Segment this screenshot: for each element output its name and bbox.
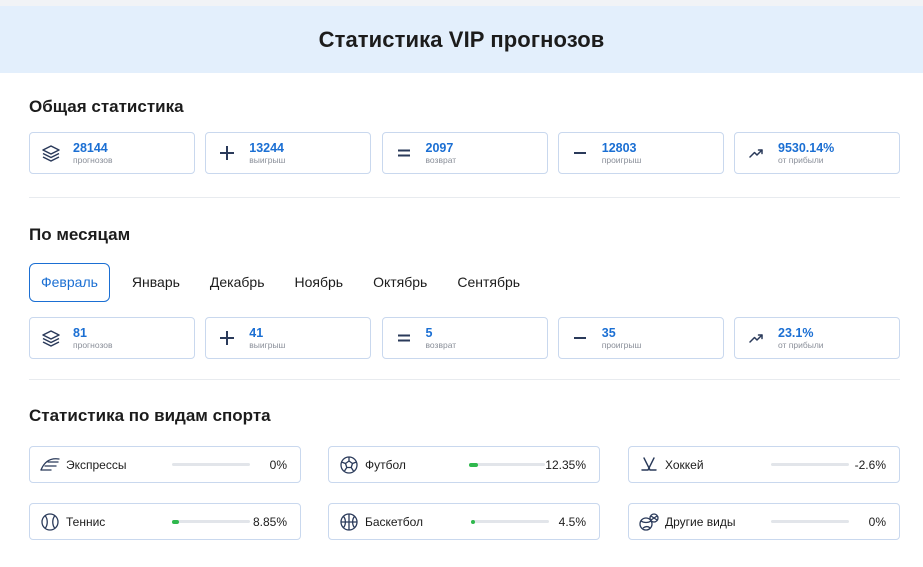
stat-card-returns: 5 возврат bbox=[381, 317, 548, 359]
stat-value: 28144 bbox=[73, 140, 108, 155]
sport-card-basketball: Баскетбол 4.5% bbox=[328, 503, 600, 540]
sport-card-hockey: Хоккей -2.6% bbox=[628, 446, 900, 483]
sport-value: -2.6% bbox=[854, 457, 886, 472]
tab-january[interactable]: Январь bbox=[132, 274, 180, 290]
page-header: Статистика VIP прогнозов bbox=[0, 0, 923, 73]
section-divider bbox=[29, 379, 900, 380]
monthly-stats-row: 81 прогнозов 41 выигрыш 5 возврат 35 проигры… bbox=[29, 317, 900, 359]
plus-icon bbox=[215, 141, 239, 165]
stat-label: проигрыш bbox=[601, 155, 642, 165]
stat-label: от прибыли bbox=[778, 340, 824, 350]
sport-name: Другие виды bbox=[665, 514, 736, 529]
trend-up-icon bbox=[744, 141, 768, 165]
sport-progress-bar bbox=[468, 462, 546, 467]
layers-icon bbox=[39, 326, 63, 350]
sports-stats-title: Статистика по видам спорта bbox=[29, 406, 271, 425]
sport-progress-bar bbox=[771, 520, 849, 523]
sport-name: Футбол bbox=[365, 457, 406, 472]
equals-icon bbox=[392, 326, 416, 350]
stat-label: возврат bbox=[425, 340, 457, 350]
other-sports-icon bbox=[638, 511, 660, 533]
plus-icon bbox=[215, 326, 239, 350]
stat-value: 23.1% bbox=[778, 325, 814, 340]
hockey-icon bbox=[638, 454, 660, 476]
basketball-icon bbox=[338, 511, 360, 533]
stat-value: 41 bbox=[249, 325, 264, 340]
sport-progress-fill bbox=[471, 519, 475, 524]
stat-card-forecasts: 28144 прогнозов bbox=[29, 132, 195, 174]
stat-card-profit: 9530.14% от прибыли bbox=[734, 132, 900, 174]
tennis-icon bbox=[39, 511, 61, 533]
month-tabs: Февраль Январь Декабрь Ноябрь Октябрь Се… bbox=[29, 262, 550, 302]
football-icon bbox=[338, 454, 360, 476]
sport-card-express: Экспрессы 0% bbox=[29, 446, 301, 483]
express-icon bbox=[39, 454, 61, 476]
tab-november[interactable]: Ноябрь bbox=[295, 274, 344, 290]
section-divider bbox=[29, 197, 900, 198]
sport-name: Теннис bbox=[66, 514, 106, 529]
stat-card-wins: 13244 выигрыш bbox=[205, 132, 372, 174]
stat-label: выигрыш bbox=[249, 155, 286, 165]
stat-value: 9530.14% bbox=[778, 140, 835, 155]
stat-value: 35 bbox=[601, 325, 616, 340]
minus-icon bbox=[568, 141, 592, 165]
minus-icon bbox=[568, 326, 592, 350]
sport-progress-bar bbox=[771, 463, 849, 466]
stat-value: 2097 bbox=[425, 140, 454, 155]
stat-card-forecasts: 81 прогнозов bbox=[29, 317, 195, 359]
tab-december[interactable]: Декабрь bbox=[210, 274, 265, 290]
stat-label: возврат bbox=[425, 155, 457, 165]
tab-october[interactable]: Октябрь bbox=[373, 274, 427, 290]
stat-label: от прибыли bbox=[778, 155, 824, 165]
sport-progress-fill bbox=[468, 462, 479, 467]
equals-icon bbox=[392, 141, 416, 165]
general-stats-row: 28144 прогнозов 13244 выигрыш 2097 возврат … bbox=[29, 132, 900, 174]
sport-value: 4.5% bbox=[558, 514, 586, 529]
sport-progress-bar bbox=[172, 463, 250, 466]
stat-label: прогнозов bbox=[73, 340, 113, 350]
layers-icon bbox=[39, 141, 63, 165]
sport-name: Экспрессы bbox=[66, 457, 127, 472]
stat-value: 81 bbox=[73, 325, 87, 340]
stat-card-losses: 12803 проигрыш bbox=[557, 132, 724, 174]
sport-card-football: Футбол 12.35% bbox=[328, 446, 600, 483]
sport-progress-bar bbox=[471, 519, 549, 524]
sport-value: 12.35% bbox=[545, 457, 586, 472]
stat-card-losses: 35 проигрыш bbox=[557, 317, 724, 359]
stat-value: 13244 bbox=[249, 140, 285, 155]
stat-card-returns: 2097 возврат bbox=[381, 132, 548, 174]
sport-card-tennis: Теннис 8.85% bbox=[29, 503, 301, 540]
general-stats-title: Общая статистика bbox=[29, 97, 184, 116]
stat-card-profit: 23.1% от прибыли bbox=[734, 317, 900, 359]
stat-card-wins: 41 выигрыш bbox=[205, 317, 372, 359]
tab-september[interactable]: Сентябрь bbox=[457, 274, 520, 290]
trend-up-icon bbox=[744, 326, 768, 350]
sport-value: 0% bbox=[269, 457, 287, 472]
sport-progress-bar bbox=[172, 519, 250, 524]
stat-label: прогнозов bbox=[73, 155, 113, 165]
stat-label: проигрыш bbox=[601, 340, 642, 350]
stat-value: 5 bbox=[425, 325, 433, 340]
sport-name: Баскетбол bbox=[365, 514, 423, 529]
stat-value: 12803 bbox=[601, 140, 637, 155]
tab-february[interactable]: Февраль bbox=[29, 262, 110, 302]
stat-label: выигрыш bbox=[249, 340, 286, 350]
monthly-stats-title: По месяцам bbox=[29, 225, 131, 244]
sport-value: 8.85% bbox=[252, 514, 287, 529]
page-title: Статистика VIP прогнозов bbox=[318, 26, 605, 52]
sport-card-other: Другие виды 0% bbox=[628, 503, 900, 540]
sport-value: 0% bbox=[868, 514, 886, 529]
sport-progress-fill bbox=[172, 519, 179, 524]
sport-name: Хоккей bbox=[665, 457, 704, 472]
